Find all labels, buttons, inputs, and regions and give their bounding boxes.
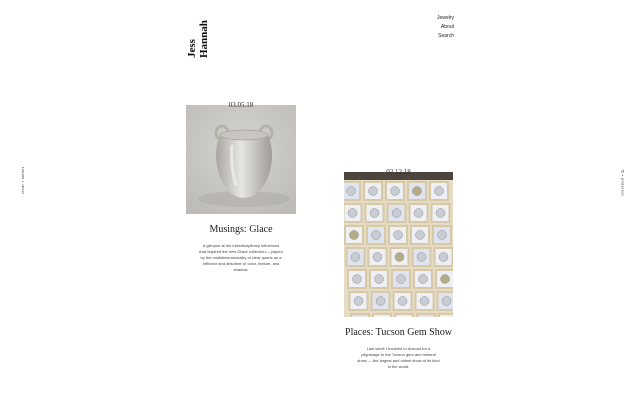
pearl <box>396 274 406 284</box>
pearl <box>372 252 383 262</box>
pearl <box>419 296 430 306</box>
pearls-display-image <box>344 172 453 317</box>
pearl <box>353 296 364 306</box>
main-nav: Jewelry About Search <box>437 14 454 41</box>
pearl <box>374 274 384 284</box>
post-title[interactable]: Musings: Glace <box>186 224 296 235</box>
post-excerpt: Last week I traveled to Arizona for a pi… <box>357 346 440 369</box>
pearl <box>346 186 356 196</box>
pearl <box>371 230 381 240</box>
post-title[interactable]: Places: Tucson Gem Show <box>344 327 453 338</box>
post-date: 03.05.18 <box>228 101 254 109</box>
pearl <box>368 186 378 196</box>
pearl <box>413 208 424 218</box>
pearl <box>415 230 425 240</box>
pearl <box>437 230 447 240</box>
social-links-left[interactable]: clear • twitter <box>20 167 25 194</box>
pearl <box>347 208 358 218</box>
pearl <box>352 274 362 284</box>
nav-jewelry[interactable]: Jewelry <box>437 14 454 23</box>
site-logo[interactable]: Jess Hannah <box>186 12 226 58</box>
logo-last-name: Hannah <box>198 20 210 58</box>
pearl <box>441 296 452 306</box>
pearl <box>350 252 361 262</box>
pearl <box>369 208 380 218</box>
post-image[interactable] <box>344 172 453 317</box>
pearl <box>438 252 449 262</box>
post-excerpt: A glimpse at the interdisciplinary influ… <box>199 243 283 272</box>
post-date: 02.12.18 <box>386 168 411 176</box>
pearl <box>440 274 450 284</box>
nav-about[interactable]: About <box>437 23 454 32</box>
pearl <box>416 252 427 262</box>
pearl <box>418 274 428 284</box>
quartz-vessel-image <box>186 105 296 214</box>
logo-first-name: Jess <box>186 39 198 58</box>
post-card[interactable]: 03.05.18 Musings: Glace A glimpse at the… <box>186 101 296 273</box>
pearl <box>375 296 386 306</box>
pearl <box>393 230 403 240</box>
pearl <box>434 186 444 196</box>
pearl <box>390 186 400 196</box>
social-links-right[interactable]: fb • pinterest <box>621 169 626 196</box>
post-image[interactable] <box>186 105 296 214</box>
pearl <box>394 252 405 262</box>
pearl <box>391 208 402 218</box>
pearl <box>397 296 408 306</box>
pearl <box>412 186 422 196</box>
nav-search[interactable]: Search <box>437 32 454 41</box>
pearl <box>349 230 359 240</box>
post-card[interactable]: 02.12.18 Places: Tucson Gem Show Last we… <box>344 168 453 370</box>
pearl <box>435 208 446 218</box>
